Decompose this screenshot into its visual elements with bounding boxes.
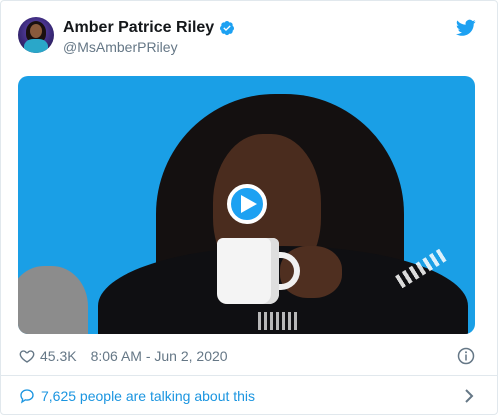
tweet-meta: 45.3K 8:06 AM - Jun 2, 2020 [19, 346, 477, 366]
speech-bubble-icon [20, 389, 34, 404]
video-mug [217, 238, 279, 304]
tweet-card: Amber Patrice Riley @MsAmberPRiley 45.3K… [0, 0, 498, 415]
info-icon[interactable] [457, 347, 475, 365]
tweet-video[interactable] [18, 76, 475, 334]
play-button[interactable] [227, 184, 267, 224]
twitter-bird-icon[interactable] [456, 19, 476, 37]
divider [1, 375, 497, 376]
like-count[interactable]: 45.3K [40, 348, 77, 364]
conversation-count[interactable]: 7,625 people are talking about this [41, 388, 255, 404]
author-name-row[interactable]: Amber Patrice Riley [63, 18, 235, 38]
video-shirt-print-2 [258, 312, 298, 330]
conversation-link[interactable]: 7,625 people are talking about this [19, 385, 477, 407]
play-icon [240, 195, 257, 213]
author-display-name[interactable]: Amber Patrice Riley [63, 19, 214, 37]
avatar-body [24, 39, 48, 53]
tweet-timestamp[interactable]: 8:06 AM - Jun 2, 2020 [91, 348, 228, 364]
heart-outline-icon[interactable] [19, 348, 35, 364]
author-avatar[interactable] [18, 17, 54, 53]
avatar-face [30, 24, 42, 38]
author-handle[interactable]: @MsAmberPRiley [63, 39, 178, 55]
verified-badge-icon [220, 21, 235, 36]
chevron-right-icon[interactable] [463, 388, 475, 404]
video-side-person [18, 266, 88, 334]
